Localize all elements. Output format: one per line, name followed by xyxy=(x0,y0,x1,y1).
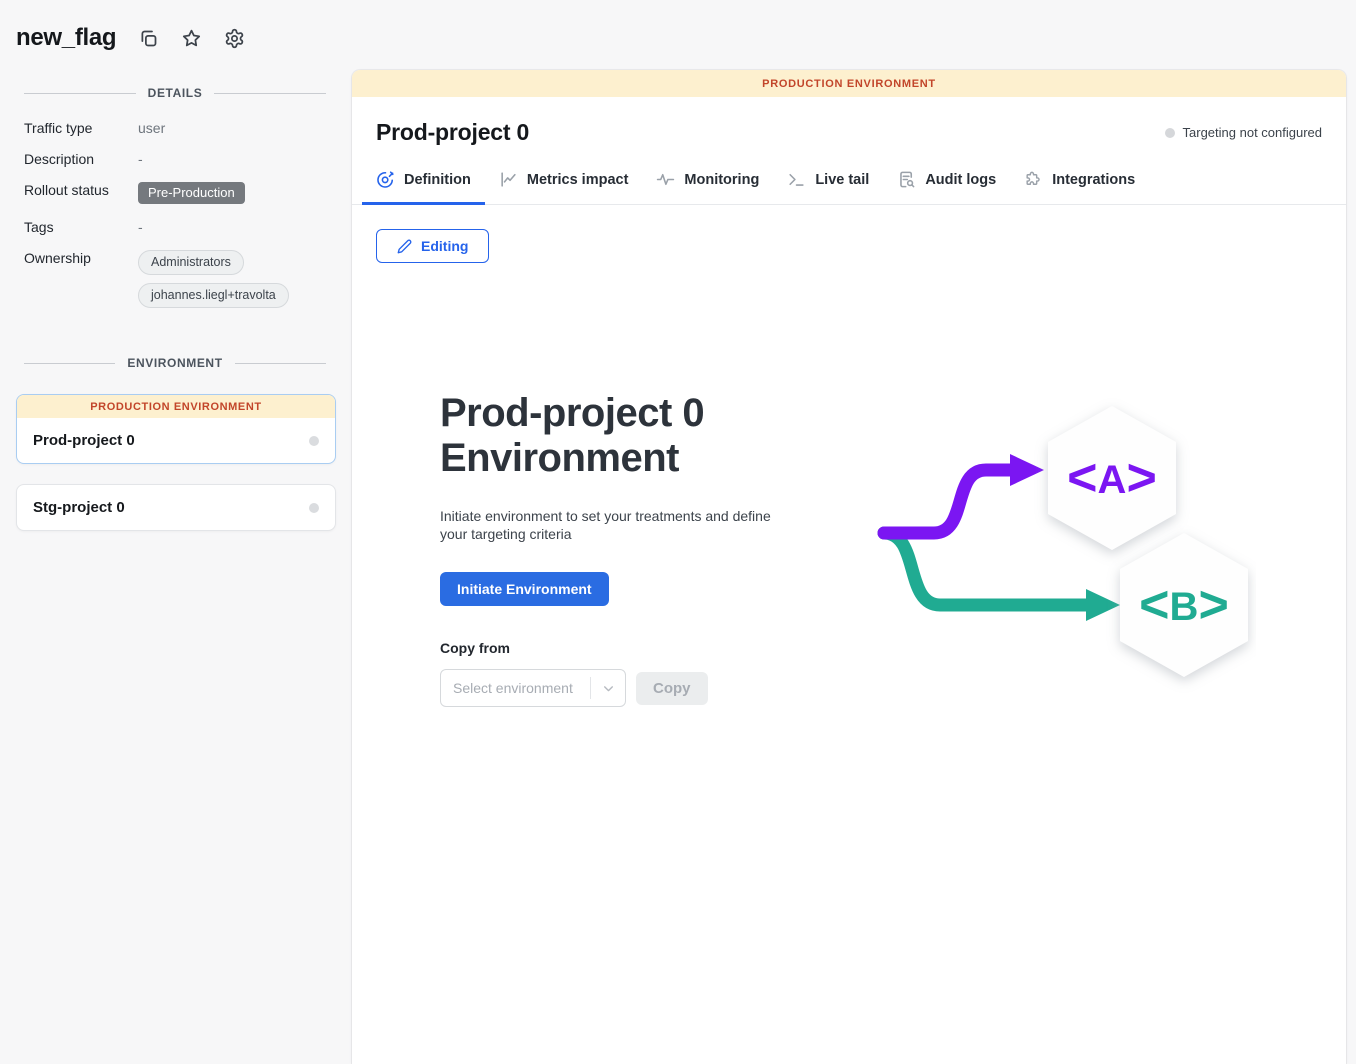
tab-label: Metrics impact xyxy=(527,172,629,188)
env-card-name: Stg-project 0 xyxy=(33,499,125,516)
hero-description: Initiate environment to set your treatme… xyxy=(440,507,796,545)
detail-row-traffic-type: Traffic type user xyxy=(24,118,328,136)
editing-button[interactable]: Editing xyxy=(376,229,489,263)
environment-section: ENVIRONMENT PRODUCTION ENVIRONMENT Prod-… xyxy=(0,356,352,531)
tab-monitoring[interactable]: Monitoring xyxy=(642,160,773,205)
env-card-prod[interactable]: PRODUCTION ENVIRONMENT Prod-project 0 xyxy=(16,394,336,464)
tab-audit-logs[interactable]: Audit logs xyxy=(883,160,1010,205)
tab-label: Monitoring xyxy=(684,172,759,188)
owner-pill[interactable]: Administrators xyxy=(138,250,244,275)
purple-arrowhead xyxy=(1010,454,1044,486)
teal-arrowhead xyxy=(1086,589,1120,621)
tab-bar: Definition Metrics impact Monitoring xyxy=(352,160,1346,205)
sidebar: DETAILS Traffic type user Description - … xyxy=(0,70,352,1064)
environment-section-heading: ENVIRONMENT xyxy=(24,356,326,370)
copy-button[interactable]: Copy xyxy=(636,672,708,705)
detail-label: Ownership xyxy=(24,248,138,266)
tab-definition[interactable]: Definition xyxy=(362,160,485,205)
detail-value: - xyxy=(138,149,143,167)
ab-split-illustration: <A> <B> xyxy=(876,393,1256,698)
details-section-heading: DETAILS xyxy=(24,86,326,100)
env-card-name: Prod-project 0 xyxy=(33,432,135,449)
rollout-status-badge: Pre-Production xyxy=(138,182,245,204)
targeting-status: Targeting not configured xyxy=(1165,125,1322,140)
teal-branch-line xyxy=(884,533,1088,605)
select-placeholder: Select environment xyxy=(441,680,590,696)
detail-label: Rollout status xyxy=(24,180,138,198)
metrics-impact-icon xyxy=(499,170,518,189)
empty-environment-hero: Prod-project 0 Environment Initiate envi… xyxy=(440,391,1322,707)
detail-row-description: Description - xyxy=(24,149,328,167)
details-rows: Traffic type user Description - Rollout … xyxy=(0,100,352,316)
monitoring-icon xyxy=(656,170,675,189)
flag-title: new_flag xyxy=(16,24,116,52)
environment-select[interactable]: Select environment xyxy=(440,669,626,707)
tab-label: Integrations xyxy=(1052,172,1135,188)
editing-button-label: Editing xyxy=(421,238,468,254)
tab-metrics-impact[interactable]: Metrics impact xyxy=(485,160,643,205)
pencil-icon xyxy=(397,239,412,254)
definition-icon xyxy=(376,170,395,189)
audit-logs-icon xyxy=(897,170,916,189)
env-card-staging[interactable]: Stg-project 0 xyxy=(16,484,336,531)
env-status-dot xyxy=(309,503,319,513)
detail-row-ownership: Ownership Administrators johannes.liegl+… xyxy=(24,248,328,316)
treatment-b-label: <B> xyxy=(1139,576,1229,634)
detail-label: Tags xyxy=(24,217,138,235)
environment-title: Prod-project 0 xyxy=(376,119,529,146)
detail-label: Traffic type xyxy=(24,118,138,136)
owner-pill[interactable]: johannes.liegl+travolta xyxy=(138,283,289,308)
env-card-banner: PRODUCTION ENVIRONMENT xyxy=(17,395,335,418)
detail-value: - xyxy=(138,217,143,235)
app-header: new_flag xyxy=(0,0,1356,70)
detail-label: Description xyxy=(24,149,138,167)
copy-from-label: Copy from xyxy=(440,640,796,656)
purple-branch-line xyxy=(884,470,1012,533)
tab-label: Live tail xyxy=(815,172,869,188)
initiate-environment-button[interactable]: Initiate Environment xyxy=(440,572,609,606)
targeting-status-label: Targeting not configured xyxy=(1183,125,1322,140)
tab-live-tail[interactable]: Live tail xyxy=(773,160,883,205)
detail-row-rollout-status: Rollout status Pre-Production xyxy=(24,180,328,204)
detail-value: user xyxy=(138,118,165,136)
treatment-a-label: <A> xyxy=(1067,449,1157,507)
tab-integrations[interactable]: Integrations xyxy=(1010,160,1149,205)
main-panel: PRODUCTION ENVIRONMENT Prod-project 0 Ta… xyxy=(352,70,1346,1064)
tab-label: Audit logs xyxy=(925,172,996,188)
production-environment-banner: PRODUCTION ENVIRONMENT xyxy=(352,70,1346,97)
chevron-down-icon xyxy=(591,682,625,695)
hero-title: Prod-project 0 Environment xyxy=(440,391,796,481)
status-dot xyxy=(1165,128,1175,138)
tab-label: Definition xyxy=(404,172,471,188)
detail-row-tags: Tags - xyxy=(24,217,328,235)
star-icon[interactable] xyxy=(181,28,202,49)
gear-icon[interactable] xyxy=(224,28,245,49)
live-tail-icon xyxy=(787,170,806,189)
copy-icon[interactable] xyxy=(138,28,159,49)
integrations-icon xyxy=(1024,170,1043,189)
env-status-dot xyxy=(309,436,319,446)
